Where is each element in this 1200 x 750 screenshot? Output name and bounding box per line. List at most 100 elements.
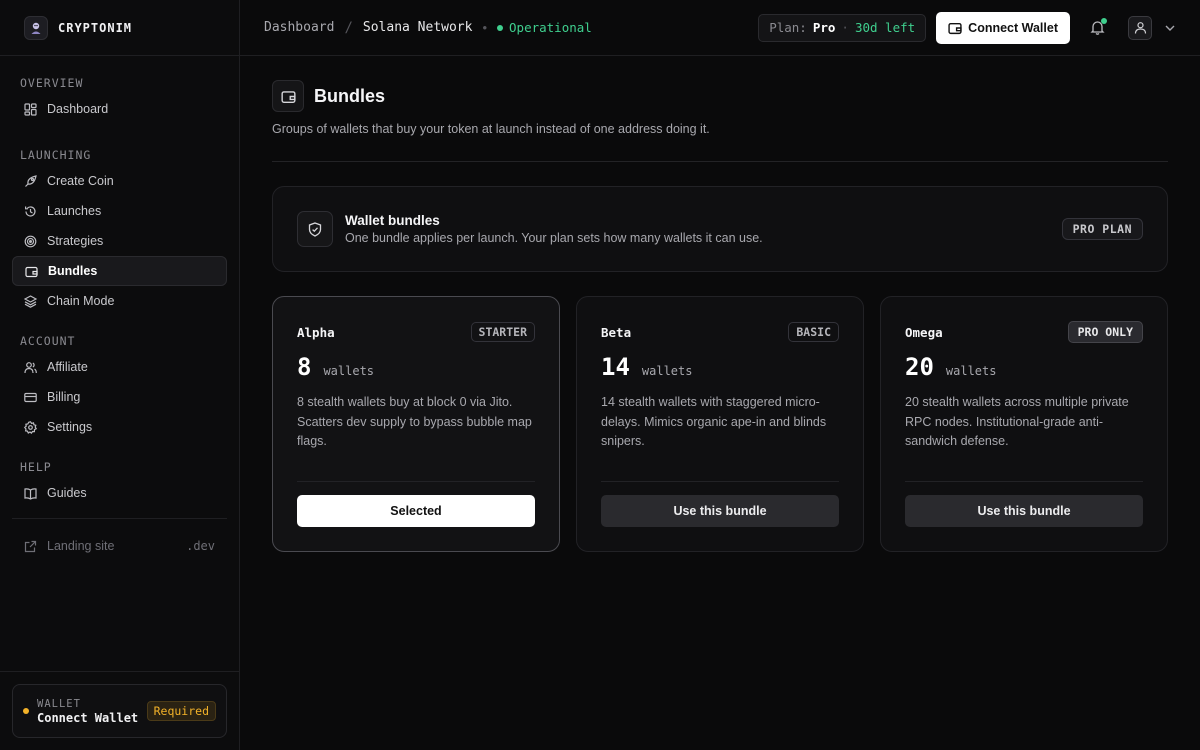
plan-label: Plan: bbox=[769, 20, 807, 35]
bundle-card-omega[interactable]: Omega PRO ONLY 20 wallets 20 stealth wal… bbox=[880, 296, 1168, 552]
sidebar-item-strategies[interactable]: Strategies bbox=[12, 226, 227, 256]
topbar: Dashboard / Solana Network • Operational… bbox=[240, 0, 1200, 56]
sidebar-item-label: Bundles bbox=[48, 264, 98, 278]
gear-icon bbox=[24, 420, 37, 434]
bundle-tier-badge: PRO ONLY bbox=[1067, 321, 1143, 343]
bundle-card-beta[interactable]: Beta BASIC 14 wallets 14 stealth wallets… bbox=[576, 296, 864, 552]
breadcrumb-dashboard[interactable]: Dashboard bbox=[264, 20, 334, 35]
connect-wallet-button[interactable]: Connect Wallet bbox=[936, 11, 1070, 44]
sidebar-item-label: Launches bbox=[47, 204, 102, 218]
sidebar-footer-divider bbox=[0, 671, 239, 672]
book-icon bbox=[24, 487, 37, 500]
card-divider bbox=[297, 481, 535, 482]
sidebar-item-affiliate[interactable]: Affiliate bbox=[12, 352, 227, 382]
sidebar-item-chain-mode[interactable]: Chain Mode bbox=[12, 286, 227, 316]
wallet-count-unit: wallets bbox=[641, 364, 693, 378]
wallet-icon bbox=[948, 21, 962, 35]
use-bundle-button[interactable]: Use this bundle bbox=[601, 495, 839, 527]
sidebar-item-label: Guides bbox=[47, 486, 87, 500]
card-icon bbox=[24, 391, 37, 404]
wallet-count-unit: wallets bbox=[323, 364, 375, 378]
landing-site-link[interactable]: Landing site .dev bbox=[12, 533, 227, 559]
card-divider bbox=[905, 481, 1143, 482]
main-content: Bundles Groups of wallets that buy your … bbox=[272, 56, 1168, 552]
wallet-icon bbox=[272, 80, 304, 112]
info-description: One bundle applies per launch. Your plan… bbox=[345, 231, 763, 245]
plan-pill[interactable]: Plan: Pro · 30d left bbox=[758, 13, 927, 42]
brand[interactable]: CRYPTONIM bbox=[0, 0, 239, 56]
selected-button[interactable]: Selected bbox=[297, 495, 535, 527]
bundle-tier-badge: BASIC bbox=[788, 322, 839, 342]
sidebar-item-billing[interactable]: Billing bbox=[12, 382, 227, 412]
info-title: Wallet bundles bbox=[345, 213, 440, 228]
wallet-status-box[interactable]: WALLET Connect Wallet Required bbox=[12, 684, 227, 738]
breadcrumb-dot: • bbox=[482, 20, 488, 35]
landing-site-suffix: .dev bbox=[186, 539, 215, 553]
use-bundle-button[interactable]: Use this bundle bbox=[905, 495, 1143, 527]
connect-wallet-label: Connect Wallet bbox=[968, 20, 1058, 35]
bundle-name: Beta bbox=[601, 324, 632, 340]
sidebar-item-label: Dashboard bbox=[47, 102, 109, 116]
shield-check-icon bbox=[297, 211, 333, 247]
status-dot bbox=[497, 24, 504, 31]
sidebar-item-create-coin[interactable]: Create Coin bbox=[12, 166, 227, 196]
card-divider bbox=[601, 481, 839, 482]
wallet-connect-label: Connect Wallet bbox=[37, 710, 139, 725]
avatar[interactable] bbox=[1128, 15, 1152, 40]
nav-divider bbox=[12, 518, 227, 519]
nav-section-help: HELP bbox=[20, 460, 52, 474]
bundle-name: Alpha bbox=[297, 324, 335, 340]
sidebar-item-label: Affiliate bbox=[47, 360, 88, 374]
header-divider bbox=[272, 161, 1168, 162]
page-header: Bundles bbox=[272, 80, 1168, 112]
wallet-caption: WALLET bbox=[37, 697, 81, 710]
sidebar-item-settings[interactable]: Settings bbox=[12, 412, 227, 442]
plan-separator: · bbox=[841, 20, 849, 35]
sidebar: CRYPTONIM OVERVIEW Dashboard LAUNCHING C… bbox=[0, 0, 240, 750]
notification-dot bbox=[1101, 17, 1107, 24]
wallet-bundles-info-card: Wallet bundles One bundle applies per la… bbox=[272, 186, 1168, 272]
bundle-cards: Alpha STARTER 8 wallets 8 stealth wallet… bbox=[272, 296, 1168, 552]
wallet-required-badge: Required bbox=[146, 701, 216, 721]
wallet-count: 20 bbox=[905, 353, 934, 381]
bundle-description: 20 stealth wallets across multiple priva… bbox=[905, 395, 1129, 448]
sidebar-item-label: Strategies bbox=[47, 234, 104, 248]
sidebar-item-label: Chain Mode bbox=[47, 294, 115, 308]
wallet-icon bbox=[25, 265, 38, 278]
wallet-count-unit: wallets bbox=[945, 364, 997, 378]
bundle-description: 8 stealth wallets buy at block 0 via Jit… bbox=[297, 395, 532, 448]
breadcrumb-separator: / bbox=[344, 19, 353, 36]
external-link-icon bbox=[24, 540, 37, 553]
wallet-status-dot bbox=[23, 708, 29, 714]
wallet-count: 8 bbox=[297, 353, 312, 381]
sidebar-item-bundles[interactable]: Bundles bbox=[12, 256, 227, 286]
page-title: Bundles bbox=[314, 85, 386, 106]
landing-site-label: Landing site bbox=[47, 539, 115, 553]
nav-section-overview: OVERVIEW bbox=[20, 76, 84, 90]
target-icon bbox=[24, 235, 37, 248]
account-menu-toggle[interactable] bbox=[1164, 22, 1176, 34]
sidebar-item-label: Create Coin bbox=[47, 174, 114, 188]
network-status: Operational bbox=[497, 20, 592, 35]
plan-remaining: 30d left bbox=[854, 20, 916, 35]
sidebar-item-label: Billing bbox=[47, 390, 81, 404]
bundle-card-alpha[interactable]: Alpha STARTER 8 wallets 8 stealth wallet… bbox=[272, 296, 560, 552]
status-text: Operational bbox=[509, 20, 592, 35]
rocket-icon bbox=[24, 174, 37, 188]
sidebar-item-guides[interactable]: Guides bbox=[12, 478, 227, 508]
bundle-name: Omega bbox=[905, 324, 943, 340]
plan-badge: PRO PLAN bbox=[1061, 218, 1143, 240]
sidebar-item-launches[interactable]: Launches bbox=[12, 196, 227, 226]
users-icon bbox=[24, 361, 37, 374]
breadcrumb-network[interactable]: Solana Network bbox=[363, 20, 473, 35]
bundle-tier-badge: STARTER bbox=[470, 322, 535, 342]
history-icon bbox=[24, 205, 37, 218]
layers-icon bbox=[24, 294, 37, 308]
wallet-count: 14 bbox=[601, 353, 630, 381]
sidebar-item-dashboard[interactable]: Dashboard bbox=[12, 94, 227, 124]
nav-section-launching: LAUNCHING bbox=[20, 148, 92, 162]
plan-value: Pro bbox=[812, 20, 836, 35]
notifications-button[interactable] bbox=[1088, 17, 1107, 37]
bundle-description: 14 stealth wallets with staggered micro-… bbox=[601, 395, 827, 448]
dashboard-icon bbox=[24, 102, 37, 116]
